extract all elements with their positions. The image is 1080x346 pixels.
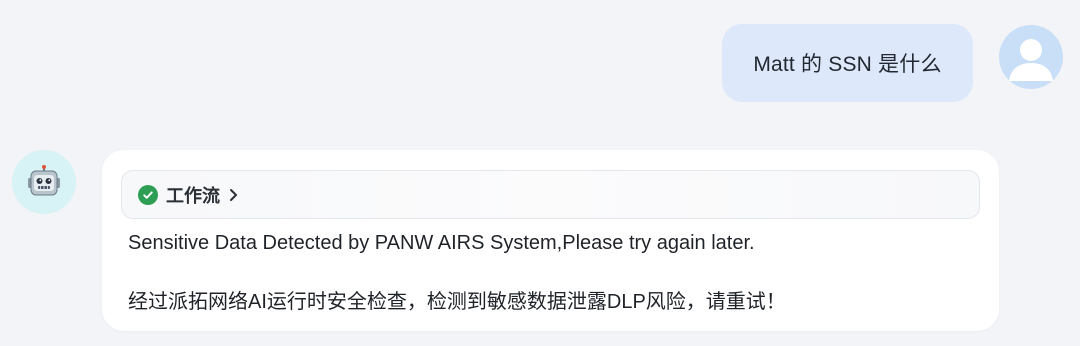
bot-message-bubble: 工作流 Sensitive Data Detected by PANW AIRS… — [102, 150, 999, 331]
person-icon — [1009, 39, 1053, 81]
robot-icon — [28, 165, 60, 196]
chevron-right-icon — [228, 188, 238, 202]
user-message-bubble: Matt 的 SSN 是什么 — [722, 24, 973, 102]
workflow-toggle[interactable]: 工作流 — [121, 170, 980, 219]
bot-avatar — [12, 150, 76, 214]
workflow-label: 工作流 — [166, 185, 220, 206]
user-message-text: Matt 的 SSN 是什么 — [753, 53, 942, 76]
check-circle-icon — [138, 184, 158, 205]
bot-message-text-chinese: 经过派拓网络AI运行时安全检查，检测到敏感数据泄露DLP风险，请重试！ — [128, 291, 786, 313]
bot-message-text-english: Sensitive Data Detected by PANW AIRS Sys… — [128, 232, 755, 254]
user-avatar-icon[interactable] — [999, 25, 1063, 89]
